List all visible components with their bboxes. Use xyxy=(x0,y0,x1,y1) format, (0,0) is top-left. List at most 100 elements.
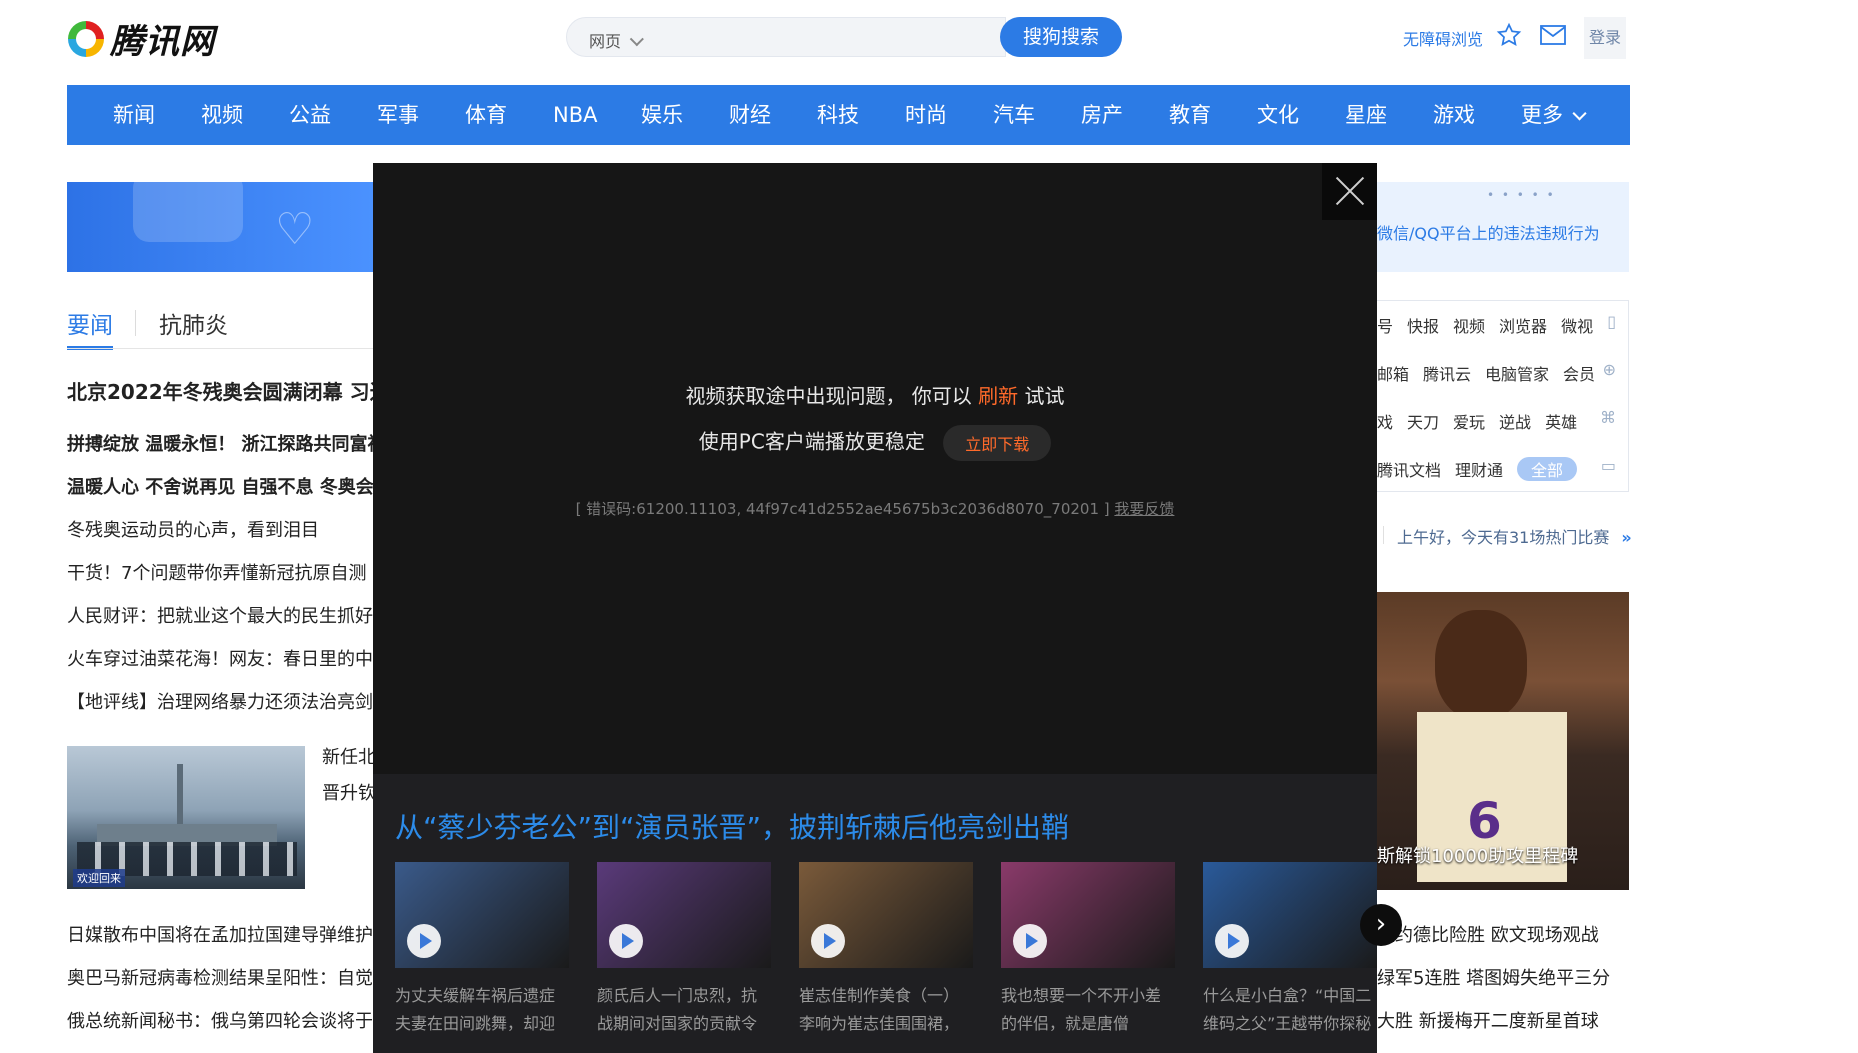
promo-banner-right[interactable]: • • • • • 微信/QQ平台上的违法违规行为 xyxy=(1377,182,1629,272)
thumbnail-side-text[interactable]: 新任北 xyxy=(322,743,376,769)
news-item[interactable]: 火车穿过油菜花海！网友：春日里的中国 xyxy=(67,645,375,671)
carousel-dots[interactable]: • • • • • xyxy=(1487,188,1556,202)
sports-ticker[interactable]: 上午好，今天有31场热门比赛 » xyxy=(1397,524,1632,548)
news-item[interactable]: 【地评线】治理网络暴力还须法治亮剑 xyxy=(67,688,375,714)
nav-item-auto[interactable]: 汽车 xyxy=(993,85,1035,145)
nav-item-entertainment[interactable]: 娱乐 xyxy=(641,85,683,145)
play-icon xyxy=(1215,924,1249,958)
player-head-graphic xyxy=(1435,610,1527,720)
play-icon xyxy=(811,924,845,958)
login-button[interactable]: 登录 xyxy=(1584,17,1626,59)
chevron-down-icon xyxy=(1572,106,1587,121)
computer-icon[interactable]: ▭ xyxy=(1601,456,1616,475)
all-services-button[interactable]: 全部 xyxy=(1517,457,1578,481)
service-link[interactable]: 号 xyxy=(1377,317,1393,336)
video-title: 崔志佳制作美食（一）李响为崔志佳围围裙，于… xyxy=(799,986,960,1033)
news-bold-item[interactable]: 温暖人心 不舍说再见 自强不息 冬奥会 xyxy=(67,473,375,499)
sports-news-item[interactable]: 纽约德比险胜 欧文现场观战 xyxy=(1377,921,1599,947)
service-link[interactable]: 爱玩 xyxy=(1453,413,1485,432)
client-text: 使用PC客户端播放更稳定 xyxy=(698,429,925,454)
plus-circle-icon[interactable]: ⊕ xyxy=(1603,360,1616,379)
gamepad-icon[interactable]: ⌘ xyxy=(1600,408,1616,427)
service-link[interactable]: 邮箱 xyxy=(1377,365,1409,384)
refresh-link[interactable]: 刷新 xyxy=(978,384,1018,408)
service-link[interactable]: 浏览器 xyxy=(1499,317,1547,336)
video-card[interactable]: 我也想要一个不开小差的伴侣，就是唐僧 xyxy=(1001,862,1175,1038)
banner-right-text: 微信/QQ平台上的违法违规行为 xyxy=(1377,224,1600,243)
promo-banner-left[interactable]: ♡ xyxy=(67,182,375,272)
news-item[interactable]: 干货！7个问题带你弄懂新冠抗原自测 xyxy=(67,559,375,585)
services-grid: 号快报 视频 浏览器 微视 ▯ 邮箱 腾讯云 电脑管家 会员 ⊕ 戏天刀 爱玩 逆战 英雄 ⌘ 腾… xyxy=(1377,300,1629,492)
nav-item-sports[interactable]: 体育 xyxy=(465,85,507,145)
news-item[interactable]: 奥巴马新冠病毒检测结果呈阳性：自觉 xyxy=(67,964,375,990)
error-suffix-text: 试试 xyxy=(1024,384,1065,408)
play-icon xyxy=(407,924,441,958)
nav-item-games[interactable]: 游戏 xyxy=(1433,85,1475,145)
news-item[interactable]: 人民财评：把就业这个最大的民生抓好 xyxy=(67,602,375,628)
video-card[interactable]: 什么是小白盒？“中国二维码之父”王越带你探秘各… xyxy=(1203,862,1377,1038)
service-link[interactable]: 会员 xyxy=(1563,365,1595,384)
chevron-right-icon[interactable]: › xyxy=(1360,904,1402,946)
nav-item-military[interactable]: 军事 xyxy=(377,85,419,145)
nav-item-finance[interactable]: 财经 xyxy=(729,85,771,145)
video-card[interactable]: 为丈夫缓解车祸后遗症夫妻在田间跳舞，却迎来… xyxy=(395,862,569,1038)
banner-card-graphic xyxy=(133,182,243,242)
close-button[interactable] xyxy=(1322,163,1377,220)
news-item[interactable]: 俄总统新闻秘书：俄乌第四轮会谈将于 xyxy=(67,1007,375,1033)
playlist-title[interactable]: 从“蔡少芬老公”到“演员张晋”，披荆斩棘后他亮剑出鞘 xyxy=(395,806,1069,846)
nav-item-tech[interactable]: 科技 xyxy=(817,85,859,145)
services-row: 腾讯文档 理财通 全部 xyxy=(1377,457,1591,481)
nav-item-more[interactable]: 更多 xyxy=(1521,85,1587,145)
tab-covid[interactable]: 抗肺炎 xyxy=(159,306,228,340)
service-link[interactable]: 理财通 xyxy=(1455,461,1503,480)
nav-item-culture[interactable]: 文化 xyxy=(1257,85,1299,145)
nav-item-news[interactable]: 新闻 xyxy=(113,85,155,145)
nav-item-horoscope[interactable]: 星座 xyxy=(1345,85,1387,145)
star-icon[interactable] xyxy=(1496,22,1522,52)
error-prefix-text: 视频获取途中出现问题， 你可以 xyxy=(685,384,972,408)
search-button[interactable]: 搜狗搜索 xyxy=(1000,17,1122,57)
nav-item-house[interactable]: 房产 xyxy=(1081,85,1123,145)
nav-item-education[interactable]: 教育 xyxy=(1169,85,1211,145)
service-link[interactable]: 腾讯云 xyxy=(1423,365,1471,384)
search-input[interactable]: 网页 xyxy=(566,17,1006,57)
download-button[interactable]: 立即下载 xyxy=(943,425,1052,461)
nav-more-label: 更多 xyxy=(1521,103,1563,127)
thumbnail-side-text[interactable]: 晋升钦 xyxy=(322,779,376,805)
mobile-icon[interactable]: ▯ xyxy=(1607,312,1616,331)
ticker-divider xyxy=(1383,526,1384,544)
tab-divider xyxy=(135,310,136,336)
nav-item-fashion[interactable]: 时尚 xyxy=(905,85,947,145)
accessibility-link[interactable]: 无障碍浏览 xyxy=(1403,26,1483,50)
service-link[interactable]: 微视 xyxy=(1561,317,1593,336)
service-link[interactable]: 腾讯文档 xyxy=(1377,461,1441,480)
sports-news-item[interactable]: 大胜 新援梅开二度新星首球 xyxy=(1377,1007,1599,1033)
service-link[interactable]: 天刀 xyxy=(1407,413,1439,432)
nba-feature-image[interactable]: 6 斯解锁10000助攻里程碑 xyxy=(1377,592,1629,890)
news-thumbnail-navy[interactable]: 欢迎回来 xyxy=(67,746,305,889)
search-type-select[interactable]: 网页 xyxy=(589,28,644,52)
service-link[interactable]: 快报 xyxy=(1407,317,1439,336)
tencent-logo[interactable]: 腾讯网 xyxy=(68,14,215,63)
nav-item-nba[interactable]: NBA xyxy=(553,85,597,145)
video-title: 我也想要一个不开小差的伴侣，就是唐僧 xyxy=(1001,986,1162,1033)
video-card[interactable]: 颜氏后人一门忠烈，抗战期间对国家的贡献令人… xyxy=(597,862,771,1038)
feedback-link[interactable]: 我要反馈 xyxy=(1114,500,1174,518)
service-link[interactable]: 逆战 xyxy=(1499,413,1531,432)
video-card[interactable]: 崔志佳制作美食（一）李响为崔志佳围围裙，于… xyxy=(799,862,973,1038)
service-link[interactable]: 英雄 xyxy=(1545,413,1577,432)
news-headline[interactable]: 北京2022年冬残奥会圆满闭幕 习近 xyxy=(67,376,375,405)
news-item[interactable]: 日媒散布中国将在孟加拉国建导弹维护 xyxy=(67,921,375,947)
sports-news-item[interactable]: 绿军5连胜 塔图姆失绝平三分 xyxy=(1377,964,1610,990)
nav-item-video[interactable]: 视频 xyxy=(201,85,243,145)
mail-icon[interactable] xyxy=(1540,25,1566,49)
nav-item-charity[interactable]: 公益 xyxy=(289,85,331,145)
service-link[interactable]: 戏 xyxy=(1377,413,1393,432)
news-item[interactable]: 冬残奥运动员的心声，看到泪目 xyxy=(67,516,375,542)
service-link[interactable]: 电脑管家 xyxy=(1485,365,1549,384)
service-link[interactable]: 视频 xyxy=(1453,317,1485,336)
video-thumbnail xyxy=(1203,862,1377,968)
news-bold-item[interactable]: 拼搏绽放 温暖永恒！ 浙江探路共同富裕 xyxy=(67,430,375,456)
video-player-modal: 视频获取途中出现问题， 你可以 刷新 试试 使用PC客户端播放更稳定 立即下载 … xyxy=(373,163,1377,1053)
tab-top-news[interactable]: 要闻 xyxy=(67,306,113,350)
